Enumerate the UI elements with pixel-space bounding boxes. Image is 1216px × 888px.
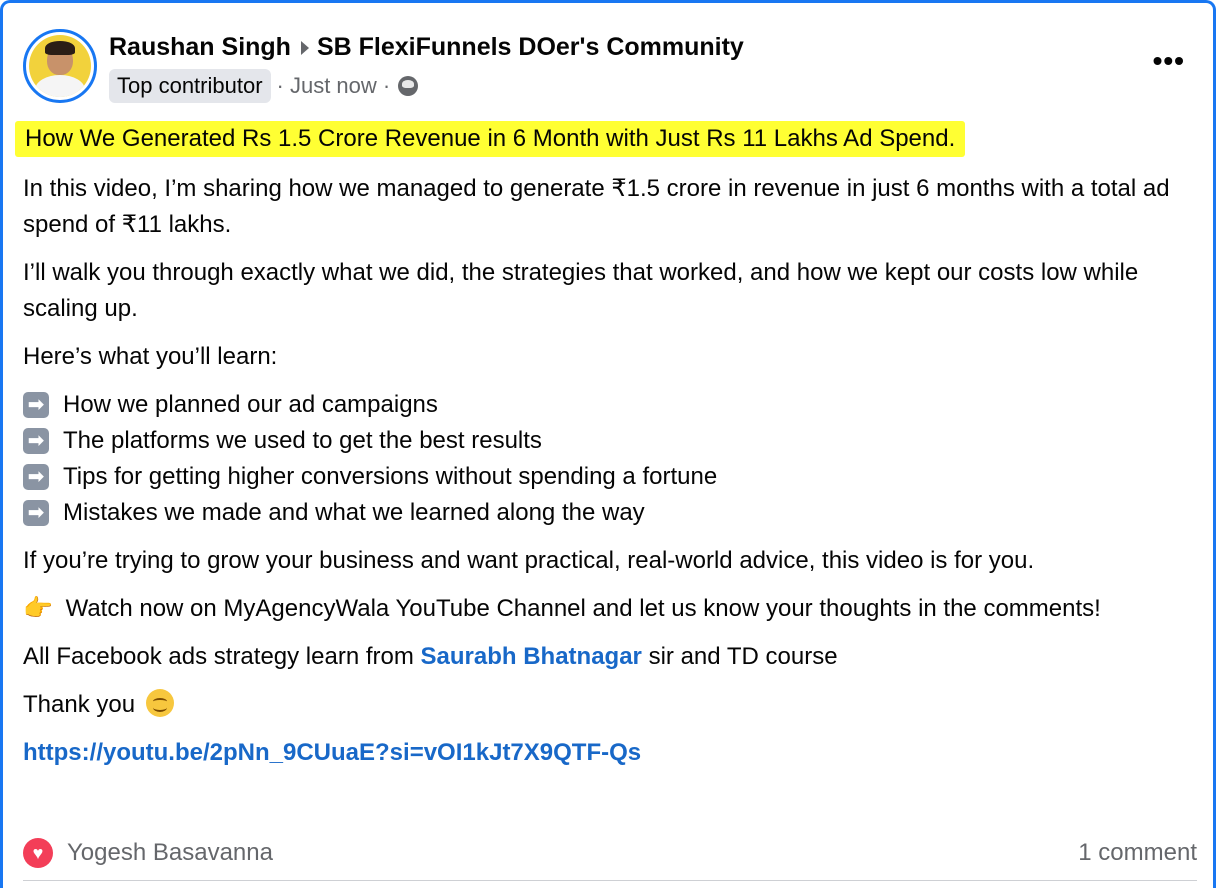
footer-divider [23, 880, 1197, 881]
mention-link[interactable]: Saurabh Bhatnagar [421, 643, 642, 670]
author-name[interactable]: Raushan Singh [109, 33, 291, 62]
strategy-text-before: All Facebook ads strategy learn from [23, 643, 414, 670]
smiling-face-icon [145, 689, 174, 717]
youtube-link[interactable]: https://youtu.be/2pNn_9CUuaE?si=vOI1kJt7… [23, 739, 641, 766]
url-paragraph: https://youtu.be/2pNn_9CUuaE?si=vOI1kJt7… [23, 735, 1208, 771]
list-item: ➡ How we planned our ad campaigns [23, 387, 1208, 423]
list-item: ➡ Tips for getting higher conversions wi… [23, 459, 1208, 495]
strategy-text-after: sir and TD course [648, 643, 838, 670]
list-item-text: How we planned our ad campaigns [63, 391, 438, 418]
avatar-photo [29, 35, 91, 97]
caret-right-icon [300, 40, 309, 55]
watch-paragraph: Watch now on MyAgencyWala YouTube Channe… [65, 595, 1101, 622]
reactor-name[interactable]: Yogesh Basavanna [67, 839, 273, 867]
post-body: How We Generated Rs 1.5 Crore Revenue in… [15, 121, 1208, 771]
list-item-text: Mistakes we made and what we learned alo… [63, 499, 645, 526]
comment-count[interactable]: 1 comment [1078, 839, 1197, 867]
right-arrow-icon: ➡ [23, 428, 49, 454]
more-options-button[interactable]: ••• [1153, 47, 1185, 75]
heart-icon: ♥ [23, 838, 53, 868]
list-item-text: Tips for getting higher conversions with… [63, 463, 718, 490]
intro-paragraph: In this video, I’m sharing how we manage… [23, 175, 1170, 238]
strategy-paragraph: All Facebook ads strategy learn from Sau… [23, 639, 1208, 675]
pointing-hand-icon: 👉 [23, 595, 53, 622]
author-line: Raushan Singh SB FlexiFunnels DOer's Com… [109, 33, 744, 62]
author-avatar[interactable] [23, 29, 97, 103]
list-item: ➡ Mistakes we made and what we learned a… [23, 495, 1208, 531]
thanks-text: Thank you [23, 691, 136, 718]
right-arrow-icon: ➡ [23, 464, 49, 490]
list-item: ➡ The platforms we used to get the best … [23, 423, 1208, 459]
thanks-paragraph: Thank you [23, 687, 1208, 723]
top-contributor-badge[interactable]: Top contributor [109, 69, 271, 103]
watch-paragraph-block: 👉 Watch now on MyAgencyWala YouTube Chan… [23, 591, 1208, 627]
post-meta: Top contributor · Just now · [109, 69, 419, 103]
walkthrough-paragraph: I’ll walk you through exactly what we di… [23, 259, 1139, 322]
post-header: Raushan Singh SB FlexiFunnels DOer's Com… [23, 29, 1213, 109]
grow-paragraph: If you’re trying to grow your business a… [23, 547, 1035, 574]
list-item-text: The platforms we used to get the best re… [63, 427, 542, 454]
group-privacy-icon [398, 76, 419, 96]
learn-list: ➡ How we planned our ad campaigns ➡ The … [23, 387, 1208, 531]
right-arrow-icon: ➡ [23, 500, 49, 526]
post-card: Raushan Singh SB FlexiFunnels DOer's Com… [0, 0, 1216, 888]
group-name[interactable]: SB FlexiFunnels DOer's Community [317, 33, 744, 62]
post-headline: How We Generated Rs 1.5 Crore Revenue in… [15, 121, 966, 157]
reactions-summary[interactable]: ♥ Yogesh Basavanna [23, 838, 273, 868]
post-footer: ♥ Yogesh Basavanna 1 comment [23, 833, 1197, 873]
post-time[interactable]: · Just now · [277, 73, 391, 99]
right-arrow-icon: ➡ [23, 392, 49, 418]
learn-heading: Here’s what you’ll learn: [23, 343, 278, 370]
